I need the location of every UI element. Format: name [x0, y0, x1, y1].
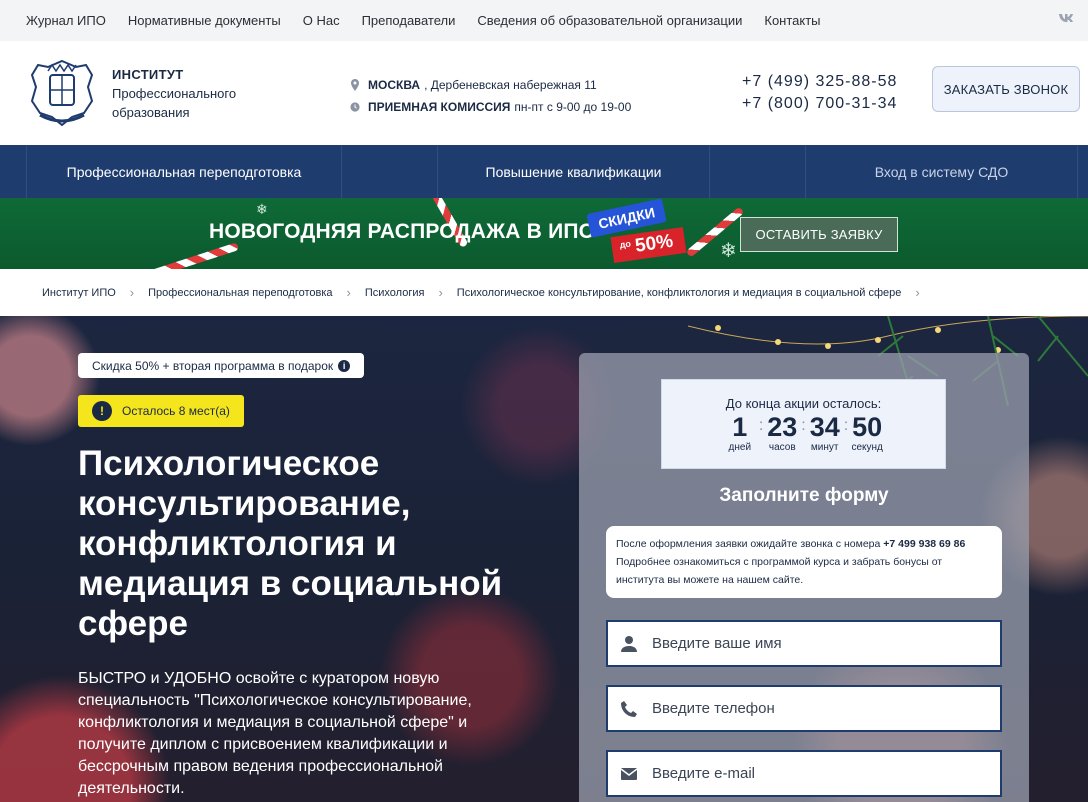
leave-request-button[interactable]: ОСТАВИТЬ ЗАЯВКУ	[740, 217, 898, 252]
form-note: После оформления заявки ожидайте звонка …	[606, 526, 1002, 598]
map-pin-icon	[351, 79, 359, 91]
logo-line-1: ИНСТИТУТ	[112, 66, 184, 82]
phone-2[interactable]: +7 (800) 700-31-34	[742, 93, 897, 115]
promo-title: НОВОГОДНЯЯ РАСПРОДАЖА В ИПО	[209, 220, 596, 243]
seconds-label: секунд	[851, 442, 883, 453]
nav-item-spacer-2	[710, 145, 806, 198]
hours-value: 23	[767, 412, 798, 442]
nav-item-retraining[interactable]: Профессиональная переподготовка	[26, 145, 342, 198]
chevron-right-icon: ›	[915, 285, 920, 300]
breadcrumb: Институт ИПО › Профессиональная переподг…	[0, 269, 1088, 316]
user-icon	[621, 635, 637, 652]
discount-prefix: до	[619, 238, 632, 250]
site-header: ИНСТИТУТ Профессионального образования М…	[0, 41, 1088, 145]
order-call-button[interactable]: ЗАКАЗАТЬ ЗВОНОК	[932, 66, 1080, 112]
top-bar: Журнал ИПО Нормативные документы О Нас П…	[0, 0, 1088, 41]
warning-icon: !	[92, 401, 112, 421]
candy-cane-decoration	[150, 242, 240, 269]
breadcrumb-current: Психологическое консультирование, конфли…	[456, 286, 902, 299]
address-street: , Дербеневская набережная 11	[424, 78, 597, 92]
chevron-right-icon: ›	[346, 285, 351, 300]
days-value: 1	[732, 412, 748, 442]
countdown-seconds: 50 секунд	[848, 413, 886, 453]
logo-line-3: образования	[112, 104, 190, 120]
admissions-hours: пн-пт с 9-00 до 19-00	[514, 100, 632, 114]
envelope-icon	[620, 767, 638, 780]
note-phone[interactable]: +7 499 938 69 86	[883, 538, 965, 550]
email-input[interactable]	[652, 765, 982, 782]
discount-value: 50%	[633, 230, 675, 257]
countdown-minutes: 34 минут	[806, 413, 844, 453]
countdown-hours: 23 часов	[763, 413, 801, 453]
hours-row: ПРИЕМНАЯ КОМИССИЯ пн-пт с 9-00 до 19-00	[350, 96, 631, 118]
seats-left-text: Осталось 8 мест(а)	[122, 404, 230, 418]
countdown-timer: До конца акции осталось: 1 дней : 23 час…	[661, 379, 946, 469]
topnav-link-about[interactable]: О Нас	[303, 13, 340, 28]
clock-icon	[350, 102, 360, 112]
days-label: дней	[728, 442, 752, 453]
note-rest: Подробнее ознакомиться с программой курс…	[616, 556, 943, 586]
phone-1[interactable]: +7 (499) 325-88-58	[742, 71, 897, 93]
chevron-right-icon: ›	[129, 285, 135, 300]
name-input[interactable]	[652, 635, 982, 652]
discount-pill: Скидка 50% + вторая программа в подарок …	[78, 353, 365, 378]
topnav-link-org-info[interactable]: Сведения об образовательной организации	[477, 13, 742, 28]
snowflake-icon: ❄	[720, 240, 737, 262]
header-phones: +7 (499) 325-88-58 +7 (800) 700-31-34	[742, 71, 897, 115]
logo-line-2: Профессионального	[112, 85, 237, 101]
discount-pill-text: Скидка 50% + вторая программа в подарок	[92, 358, 334, 373]
breadcrumb-item[interactable]: Институт ИПО	[42, 287, 116, 299]
name-field[interactable]	[606, 620, 1002, 667]
info-icon[interactable]: i	[338, 359, 351, 372]
logo-text: ИНСТИТУТ Профессионального образования	[112, 65, 236, 122]
form-title: Заполните форму	[719, 485, 889, 506]
breadcrumb-item[interactable]: Профессиональная переподготовка	[148, 287, 332, 299]
minutes-label: минут	[810, 442, 839, 453]
seconds-value: 50	[852, 412, 883, 442]
address-row: МОСКВА , Дербеневская набережная 11	[350, 74, 631, 96]
breadcrumb-item[interactable]: Психология	[365, 287, 425, 299]
email-field[interactable]	[606, 750, 1002, 797]
discount-percent-badge: до 50%	[610, 227, 687, 263]
address-city: МОСКВА	[368, 78, 421, 92]
snowflake-icon: ❄	[256, 201, 268, 217]
topnav-link-journal[interactable]: Журнал ИПО	[26, 13, 106, 28]
nav-item-spacer	[342, 145, 438, 198]
vk-icon[interactable]	[1058, 11, 1074, 26]
main-nav: Профессиональная переподготовка Повышени…	[0, 145, 1088, 198]
page-title: Психологическое консультирование, конфли…	[78, 444, 503, 643]
phone-input[interactable]	[652, 700, 982, 717]
seats-left-pill: ! Осталось 8 мест(а)	[78, 395, 244, 427]
admissions-label: ПРИЕМНАЯ КОМИССИЯ	[368, 100, 511, 114]
nav-item-qualification[interactable]: Повышение квалификации	[438, 145, 710, 198]
hours-label: часов	[768, 442, 796, 453]
header-contacts: МОСКВА , Дербеневская набережная 11 ПРИЕ…	[350, 74, 631, 118]
countdown-days: 1 дней	[721, 413, 759, 453]
countdown-values: 1 дней : 23 часов : 34 минут : 50 секунд	[662, 413, 945, 453]
minutes-value: 34	[809, 412, 840, 442]
request-form-panel: До конца акции осталось: 1 дней : 23 час…	[579, 353, 1029, 802]
emblem-icon	[30, 59, 94, 127]
chevron-right-icon: ›	[438, 285, 443, 300]
topnav-link-teachers[interactable]: Преподаватели	[362, 13, 456, 28]
logo[interactable]: ИНСТИТУТ Профессионального образования	[26, 57, 236, 129]
topnav-link-documents[interactable]: Нормативные документы	[128, 13, 281, 28]
phone-field[interactable]	[606, 685, 1002, 732]
hero-section: Скидка 50% + вторая программа в подарок …	[0, 316, 1088, 802]
note-prefix: После оформления заявки ожидайте звонка …	[616, 538, 881, 550]
topnav-link-contacts[interactable]: Контакты	[764, 13, 820, 28]
nav-item-lms-login[interactable]: Вход в систему СДО	[806, 145, 1078, 198]
hero-description: БЫСТРО и УДОБНО освойте с куратором нову…	[78, 670, 472, 797]
countdown-title: До конца акции осталось:	[725, 396, 882, 411]
promo-banner[interactable]: ❄ ❄ НОВОГОДНЯЯ РАСПРОДАЖА В ИПО СКИДКИ д…	[0, 198, 1088, 269]
phone-icon	[621, 700, 637, 717]
